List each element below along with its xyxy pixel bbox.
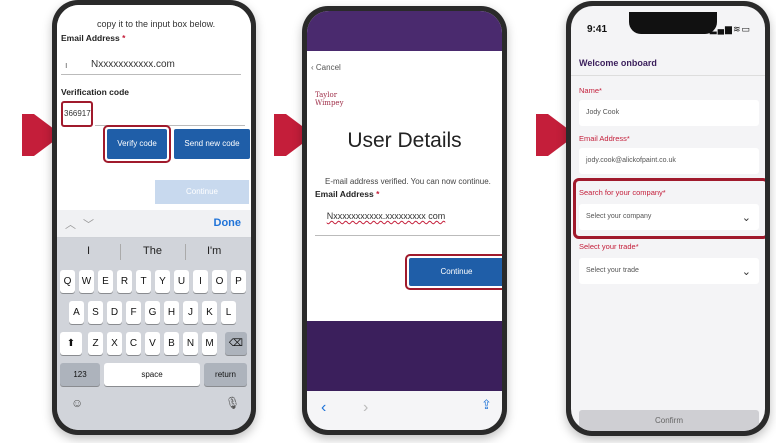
verified-message: E-mail address verified. You can now con… (325, 177, 491, 186)
cancel-link[interactable]: ‹ Cancel (311, 63, 341, 72)
page-title: User Details (347, 129, 462, 152)
instruction-text: copy it to the input box below. (97, 19, 216, 29)
key-r[interactable]: R (117, 270, 132, 293)
email-field[interactable]: ı Nxxxxxxxxxxx.com (61, 55, 241, 75)
key-w[interactable]: W (79, 270, 94, 293)
footer-band (307, 321, 502, 391)
browser-nav-bar: ‹ › ⇪ (307, 391, 502, 430)
key-q[interactable]: Q (60, 270, 75, 293)
welcome-heading: Welcome onboard (579, 58, 657, 68)
chevron-down-icon[interactable]: ﹀ (83, 216, 94, 232)
continue-button[interactable]: Continue (409, 258, 502, 286)
trade-label: Select your trade* (579, 242, 639, 251)
chevron-up-icon[interactable]: ︿ (65, 216, 76, 232)
user-details-form: ‹ Cancel Taylor Wimpey User Details E-ma… (307, 51, 502, 321)
divider (120, 244, 121, 260)
verification-code-field[interactable]: 366917 (61, 101, 93, 127)
key-h[interactable]: H (164, 301, 179, 324)
shift-key[interactable]: ⬆ (60, 332, 82, 355)
key-e[interactable]: E (98, 270, 113, 293)
key-o[interactable]: O (212, 270, 227, 293)
key-d[interactable]: D (107, 301, 122, 324)
back-icon[interactable]: ‹ (321, 399, 326, 417)
key-t[interactable]: T (136, 270, 151, 293)
name-label: Name* (579, 86, 602, 95)
status-icons: ▂▄▆≋▭ (710, 24, 751, 35)
forward-icon[interactable]: › (363, 399, 368, 417)
keyboard: ︿ ﹀ Done I The I'm Q W E R T Y U I O P A… (57, 210, 251, 430)
phone-user-details: ‹ Cancel Taylor Wimpey User Details E-ma… (302, 6, 507, 435)
key-f[interactable]: F (126, 301, 141, 324)
phone-screen: ‹ Cancel Taylor Wimpey User Details E-ma… (307, 11, 502, 430)
divider (571, 75, 765, 76)
verify-code-button[interactable]: Verify code (107, 129, 167, 159)
key-p[interactable]: P (231, 270, 246, 293)
key-n[interactable]: N (183, 332, 198, 355)
verification-form: copy it to the input box below. Email Ad… (57, 5, 251, 210)
email-prefix: ı (65, 60, 68, 70)
key-j[interactable]: J (183, 301, 198, 324)
verification-label: Verification code (61, 87, 130, 97)
share-icon[interactable]: ⇪ (481, 397, 492, 413)
done-button[interactable]: Done (214, 217, 242, 229)
phone-screen: 9:41 ▂▄▆≋▭ Welcome onboard Name* Jody Co… (571, 6, 765, 431)
phone-screen: copy it to the input box below. Email Ad… (57, 5, 251, 430)
key-a[interactable]: A (69, 301, 84, 324)
company-label: Search for your company* (579, 188, 666, 197)
signal-icon: ▂▄▆ (709, 24, 733, 34)
key-l[interactable]: L (221, 301, 236, 324)
email-field[interactable]: Nxxxxxxxxxxx.xxxxxxxxx com (321, 211, 451, 221)
key-x[interactable]: X (107, 332, 122, 355)
notch (629, 12, 717, 34)
emoji-icon[interactable]: ☺ (71, 396, 83, 410)
chevron-left-icon: ‹ (311, 63, 314, 72)
divider (185, 244, 186, 260)
header-band (307, 11, 502, 51)
key-v[interactable]: V (145, 332, 160, 355)
status-time: 9:41 (587, 24, 608, 35)
key-i[interactable]: I (193, 270, 208, 293)
return-key[interactable]: return (204, 363, 247, 386)
key-y[interactable]: Y (155, 270, 170, 293)
phone-onboarding: 9:41 ▂▄▆≋▭ Welcome onboard Name* Jody Co… (566, 1, 770, 436)
company-select[interactable]: Select your company ⌄ (579, 204, 759, 230)
email-label: Email Address * (315, 189, 380, 199)
suggestion-bar: I The I'm (57, 240, 251, 264)
email-label: Email Address* (579, 134, 630, 143)
field-underline (315, 235, 500, 236)
key-b[interactable]: B (164, 332, 179, 355)
chevron-down-icon: ⌄ (741, 212, 751, 224)
key-g[interactable]: G (145, 301, 160, 324)
send-new-code-button[interactable]: Send new code (174, 129, 250, 159)
microphone-icon[interactable]: 🎙 (225, 396, 240, 410)
continue-button-disabled[interactable]: Continue (155, 180, 249, 204)
phone-verification: copy it to the input box below. Email Ad… (52, 0, 256, 435)
confirm-button[interactable]: Confirm (579, 410, 759, 431)
key-z[interactable]: Z (88, 332, 103, 355)
delete-key[interactable]: ⌫ (225, 332, 247, 355)
brand-logo: Taylor Wimpey (315, 91, 344, 107)
trade-select[interactable]: Select your trade ⌄ (579, 258, 759, 284)
battery-icon: ▭ (741, 24, 751, 34)
key-c[interactable]: C (126, 332, 141, 355)
numbers-key[interactable]: 123 (60, 363, 100, 386)
keyboard-toolbar: ︿ ﹀ Done (57, 210, 251, 238)
suggestion-3[interactable]: I'm (207, 245, 221, 257)
email-field[interactable]: jody.cook@alickofpaint.co.uk (579, 148, 759, 174)
key-k[interactable]: K (202, 301, 217, 324)
suggestion-1[interactable]: I (87, 245, 90, 257)
space-key[interactable]: space (104, 363, 200, 386)
email-label: Email Address * (61, 33, 126, 43)
suggestion-2[interactable]: The (143, 245, 162, 257)
chevron-down-icon: ⌄ (741, 266, 751, 278)
key-m[interactable]: M (202, 332, 217, 355)
key-s[interactable]: S (88, 301, 103, 324)
key-u[interactable]: U (174, 270, 189, 293)
name-field[interactable]: Jody Cook (579, 100, 759, 126)
